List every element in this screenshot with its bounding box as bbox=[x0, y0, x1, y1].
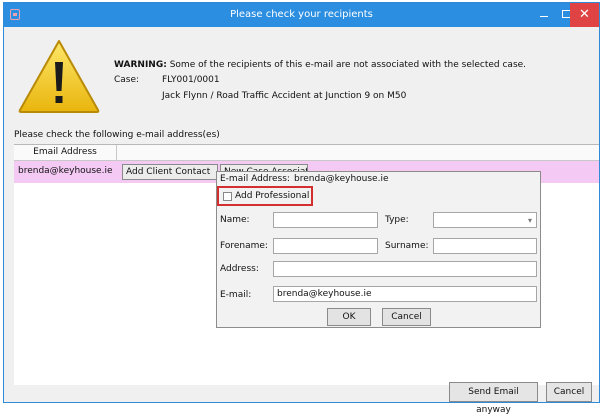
add-client-contact-button[interactable]: Add Client Contact bbox=[122, 164, 218, 180]
add-contact-popup: E-mail Address: brenda@keyhouse.ie Add P… bbox=[216, 171, 541, 328]
column-header-filler bbox=[117, 145, 599, 161]
add-professional-checkbox[interactable] bbox=[223, 192, 232, 201]
forename-label: Forename: bbox=[220, 241, 268, 251]
warning-triangle-icon bbox=[18, 40, 100, 113]
add-professional-label: Add Professional bbox=[235, 191, 310, 201]
close-icon: ✕ bbox=[579, 7, 590, 22]
send-email-anyway-button[interactable]: Send Email anyway bbox=[449, 382, 538, 415]
cancel-button[interactable]: Cancel bbox=[546, 382, 592, 402]
email-address-column-header[interactable]: Email Address bbox=[14, 145, 117, 161]
title-bar[interactable]: Please check your recipients ✕ bbox=[4, 3, 599, 27]
email-field[interactable]: brenda@keyhouse.ie bbox=[273, 286, 537, 302]
name-field[interactable] bbox=[273, 212, 378, 228]
name-label: Name: bbox=[220, 215, 250, 225]
window-title: Please check your recipients bbox=[230, 9, 373, 20]
minimize-button[interactable] bbox=[533, 3, 555, 27]
close-button[interactable]: ✕ bbox=[570, 3, 599, 27]
forename-field[interactable] bbox=[273, 238, 378, 254]
chevron-down-icon: ▾ bbox=[527, 216, 532, 225]
popup-cancel-button[interactable]: Cancel bbox=[382, 308, 431, 326]
type-label: Type: bbox=[385, 215, 409, 225]
ok-button[interactable]: OK bbox=[327, 308, 371, 326]
email-address-label: E-mail Address: bbox=[220, 174, 290, 184]
case-number: FLY001/0001 bbox=[162, 75, 220, 85]
instructions-text: Please check the following e-mail addres… bbox=[14, 130, 220, 140]
warning-text: WARNING: Some of the recipients of this … bbox=[114, 60, 526, 70]
case-description: Jack Flynn / Road Traffic Accident at Ju… bbox=[162, 91, 407, 101]
row-email: brenda@keyhouse.ie bbox=[18, 166, 113, 176]
warning-label: WARNING: bbox=[114, 60, 167, 70]
case-label: Case: bbox=[114, 75, 140, 85]
address-label: Address: bbox=[220, 264, 259, 274]
address-field[interactable] bbox=[273, 261, 537, 277]
add-professional-option[interactable]: Add Professional bbox=[217, 186, 313, 206]
surname-field[interactable] bbox=[433, 238, 537, 254]
recipients-dialog: Please check your recipients ✕ WARNING: … bbox=[3, 2, 600, 403]
email-address-value: brenda@keyhouse.ie bbox=[294, 174, 389, 184]
surname-label: Surname: bbox=[385, 241, 429, 251]
warning-message: Some of the recipients of this e-mail ar… bbox=[169, 60, 527, 70]
email-label: E-mail: bbox=[220, 290, 252, 300]
type-select[interactable]: ▾ bbox=[433, 212, 537, 228]
